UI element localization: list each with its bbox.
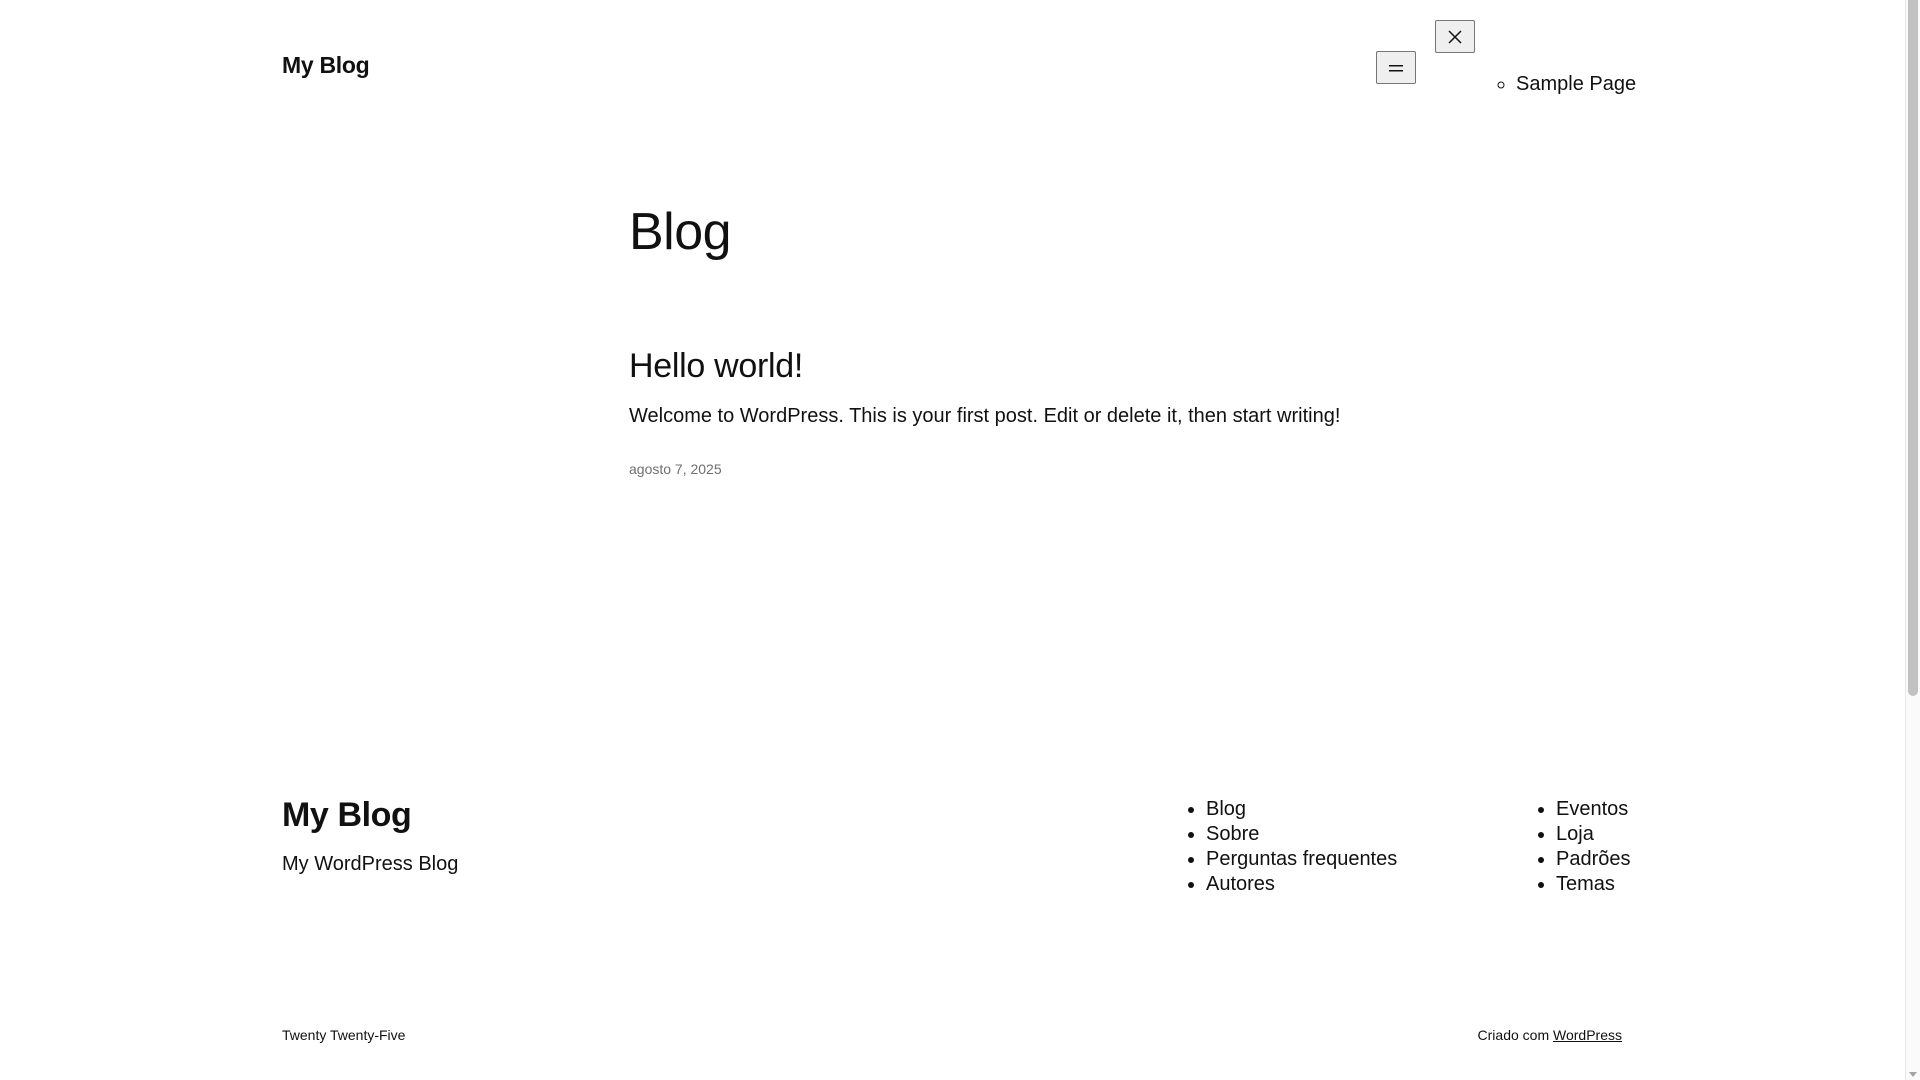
site-title-link[interactable]: My Blog xyxy=(282,52,370,79)
footer-nav-column-1: Blog Sobre Perguntas frequentes Autores xyxy=(1206,797,1397,897)
post-date: agosto 7, 2025 xyxy=(629,460,722,478)
scrollbar-thumb[interactable] xyxy=(1908,0,1918,696)
footer-link-autores[interactable]: Autores xyxy=(1206,873,1275,895)
footer-link-temas[interactable]: Temas xyxy=(1556,873,1615,895)
footer-nav-item: Eventos xyxy=(1556,797,1631,822)
header-nav: Sample Page xyxy=(1478,72,1636,96)
footer-link-eventos[interactable]: Eventos xyxy=(1556,798,1628,820)
wordpress-link[interactable]: WordPress xyxy=(1553,1027,1622,1043)
footer-site-title: My Blog xyxy=(282,794,412,836)
nav-link-sample-page[interactable]: Sample Page xyxy=(1516,73,1636,95)
footer-link-perguntas-frequentes[interactable]: Perguntas frequentes xyxy=(1206,848,1397,870)
header-nav-item: Sample Page xyxy=(1516,72,1636,96)
footer-nav-item: Perguntas frequentes xyxy=(1206,847,1397,872)
footer-nav-item: Blog xyxy=(1206,797,1397,822)
footer-link-blog[interactable]: Blog xyxy=(1206,798,1246,820)
menu-close-button[interactable] xyxy=(1435,20,1475,53)
footer-link-sobre[interactable]: Sobre xyxy=(1206,823,1259,845)
footer-nav-item: Loja xyxy=(1556,822,1631,847)
hamburger-icon xyxy=(1389,64,1403,71)
footer-nav-column-2: Eventos Loja Padrões Temas xyxy=(1556,797,1631,897)
post-date-link[interactable]: agosto 7, 2025 xyxy=(629,461,722,477)
footer-tagline: My WordPress Blog xyxy=(282,853,459,875)
close-icon xyxy=(1448,29,1462,44)
footer-link-loja[interactable]: Loja xyxy=(1556,823,1594,845)
post-excerpt: Welcome to WordPress. This is your first… xyxy=(629,405,1341,427)
scroll-down-arrow-icon[interactable] xyxy=(1909,1072,1917,1077)
footer-link-padroes[interactable]: Padrões xyxy=(1556,848,1631,870)
footer-nav-item: Padrões xyxy=(1556,847,1631,872)
powered-by-prefix: Criado com xyxy=(1477,1027,1550,1043)
page: My Blog Sample Page Blog Hello world! We… xyxy=(0,0,1920,1080)
footer-nav-item: Autores xyxy=(1206,872,1397,897)
theme-credit: Twenty Twenty-Five xyxy=(282,1027,406,1043)
menu-toggle-button[interactable] xyxy=(1376,51,1416,84)
post-title-link[interactable]: Hello world! xyxy=(629,347,803,385)
vertical-scrollbar[interactable] xyxy=(1905,0,1920,1080)
footer-nav-item: Temas xyxy=(1556,872,1631,897)
footer-site-title-link[interactable]: My Blog xyxy=(282,796,412,834)
footer-nav-item: Sobre xyxy=(1206,822,1397,847)
powered-by-credit: Criado com WordPress xyxy=(1478,1026,1622,1044)
page-title: Blog xyxy=(629,203,732,261)
post-title: Hello world! xyxy=(629,344,803,388)
